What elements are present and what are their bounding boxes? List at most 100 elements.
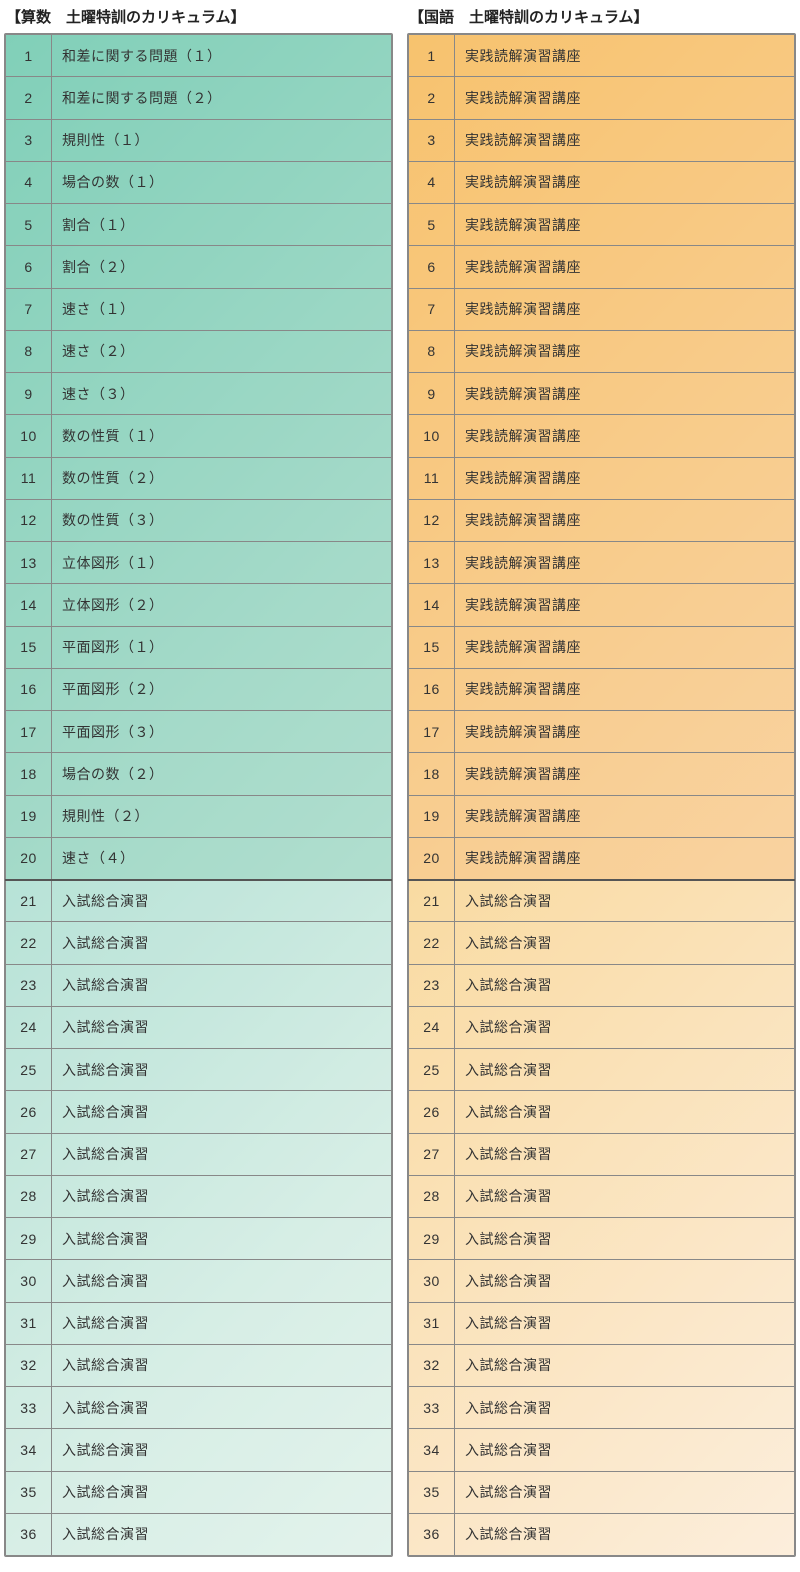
row-topic: 入試総合演習 xyxy=(455,1260,795,1302)
row-number: 8 xyxy=(6,330,52,372)
row-number: 11 xyxy=(409,457,455,499)
row-topic: 数の性質（１） xyxy=(52,415,392,457)
row-number: 17 xyxy=(409,711,455,753)
table-row: 7速さ（１） xyxy=(6,288,392,330)
row-number: 2 xyxy=(6,77,52,119)
row-topic: 実践読解演習講座 xyxy=(455,626,795,668)
row-number: 22 xyxy=(6,922,52,964)
row-number: 21 xyxy=(409,880,455,922)
row-number: 16 xyxy=(6,668,52,710)
table-row: 35入試総合演習 xyxy=(6,1471,392,1513)
row-number: 31 xyxy=(409,1302,455,1344)
row-topic: 実践読解演習講座 xyxy=(455,837,795,879)
row-topic: 平面図形（１） xyxy=(52,626,392,668)
table-row: 6実践読解演習講座 xyxy=(409,246,795,288)
table-row: 11実践読解演習講座 xyxy=(409,457,795,499)
table-row: 8実践読解演習講座 xyxy=(409,330,795,372)
row-number: 1 xyxy=(409,35,455,77)
row-topic: 入試総合演習 xyxy=(52,964,392,1006)
row-number: 25 xyxy=(409,1049,455,1091)
row-topic: 実践読解演習講座 xyxy=(455,753,795,795)
table-row: 22入試総合演習 xyxy=(6,922,392,964)
table-row: 18場合の数（２） xyxy=(6,753,392,795)
row-topic: 入試総合演習 xyxy=(52,1344,392,1386)
row-number: 14 xyxy=(409,584,455,626)
row-topic: 実践読解演習講座 xyxy=(455,77,795,119)
row-number: 15 xyxy=(409,626,455,668)
row-topic: 入試総合演習 xyxy=(455,922,795,964)
row-topic: 立体図形（１） xyxy=(52,542,392,584)
table-row: 23入試総合演習 xyxy=(409,964,795,1006)
row-number: 36 xyxy=(409,1513,455,1555)
table-row: 25入試総合演習 xyxy=(409,1049,795,1091)
curriculum-table: 1和差に関する問題（１）2和差に関する問題（２）3規則性（１）4場合の数（１）5… xyxy=(5,34,392,1556)
row-number: 24 xyxy=(6,1006,52,1048)
table-row: 27入試総合演習 xyxy=(6,1133,392,1175)
column-title: 【算数 土曜特訓のカリキュラム】 xyxy=(4,2,393,33)
table-row: 29入試総合演習 xyxy=(6,1218,392,1260)
row-number: 18 xyxy=(6,753,52,795)
table-row: 27入試総合演習 xyxy=(409,1133,795,1175)
table-row: 10数の性質（１） xyxy=(6,415,392,457)
row-topic: 入試総合演習 xyxy=(52,1133,392,1175)
row-number: 5 xyxy=(409,204,455,246)
row-topic: 実践読解演習講座 xyxy=(455,499,795,541)
row-number: 14 xyxy=(6,584,52,626)
row-topic: 入試総合演習 xyxy=(455,1133,795,1175)
row-topic: 実践読解演習講座 xyxy=(455,204,795,246)
row-topic: 速さ（３） xyxy=(52,373,392,415)
row-topic: 実践読解演習講座 xyxy=(455,415,795,457)
row-topic: 平面図形（２） xyxy=(52,668,392,710)
row-topic: 速さ（２） xyxy=(52,330,392,372)
row-number: 28 xyxy=(409,1175,455,1217)
table-row: 15平面図形（１） xyxy=(6,626,392,668)
table-row: 21入試総合演習 xyxy=(6,880,392,922)
table-row: 36入試総合演習 xyxy=(409,1513,795,1555)
row-topic: 入試総合演習 xyxy=(52,1091,392,1133)
row-number: 25 xyxy=(6,1049,52,1091)
table-row: 9速さ（３） xyxy=(6,373,392,415)
table-row: 20実践読解演習講座 xyxy=(409,837,795,879)
row-topic: 入試総合演習 xyxy=(52,880,392,922)
table-row: 11数の性質（２） xyxy=(6,457,392,499)
row-number: 2 xyxy=(409,77,455,119)
row-number: 19 xyxy=(6,795,52,837)
table-row: 24入試総合演習 xyxy=(6,1006,392,1048)
table-row: 2和差に関する問題（２） xyxy=(6,77,392,119)
row-number: 12 xyxy=(409,499,455,541)
row-topic: 入試総合演習 xyxy=(52,1471,392,1513)
row-number: 32 xyxy=(6,1344,52,1386)
table-row: 30入試総合演習 xyxy=(409,1260,795,1302)
row-topic: 入試総合演習 xyxy=(52,1260,392,1302)
row-number: 10 xyxy=(6,415,52,457)
row-number: 32 xyxy=(409,1344,455,1386)
table-row: 30入試総合演習 xyxy=(6,1260,392,1302)
row-number: 21 xyxy=(6,880,52,922)
curriculum-wrap: 【算数 土曜特訓のカリキュラム】1和差に関する問題（１）2和差に関する問題（２）… xyxy=(0,0,800,1567)
table-row: 13立体図形（１） xyxy=(6,542,392,584)
row-topic: 入試総合演習 xyxy=(455,1091,795,1133)
row-number: 1 xyxy=(6,35,52,77)
row-number: 29 xyxy=(6,1218,52,1260)
table-row: 17平面図形（３） xyxy=(6,711,392,753)
row-number: 13 xyxy=(6,542,52,584)
table-row: 34入試総合演習 xyxy=(6,1429,392,1471)
table-row: 31入試総合演習 xyxy=(6,1302,392,1344)
row-number: 8 xyxy=(409,330,455,372)
row-topic: 入試総合演習 xyxy=(52,1049,392,1091)
table-row: 26入試総合演習 xyxy=(6,1091,392,1133)
row-number: 30 xyxy=(6,1260,52,1302)
row-topic: 規則性（１） xyxy=(52,119,392,161)
table-row: 12数の性質（３） xyxy=(6,499,392,541)
table-row: 22入試総合演習 xyxy=(409,922,795,964)
row-number: 35 xyxy=(6,1471,52,1513)
row-number: 6 xyxy=(6,246,52,288)
row-number: 22 xyxy=(409,922,455,964)
row-number: 5 xyxy=(6,204,52,246)
row-number: 17 xyxy=(6,711,52,753)
row-topic: 入試総合演習 xyxy=(455,1344,795,1386)
row-number: 27 xyxy=(6,1133,52,1175)
row-topic: 入試総合演習 xyxy=(52,922,392,964)
table-row: 28入試総合演習 xyxy=(6,1175,392,1217)
table-row: 32入試総合演習 xyxy=(409,1344,795,1386)
